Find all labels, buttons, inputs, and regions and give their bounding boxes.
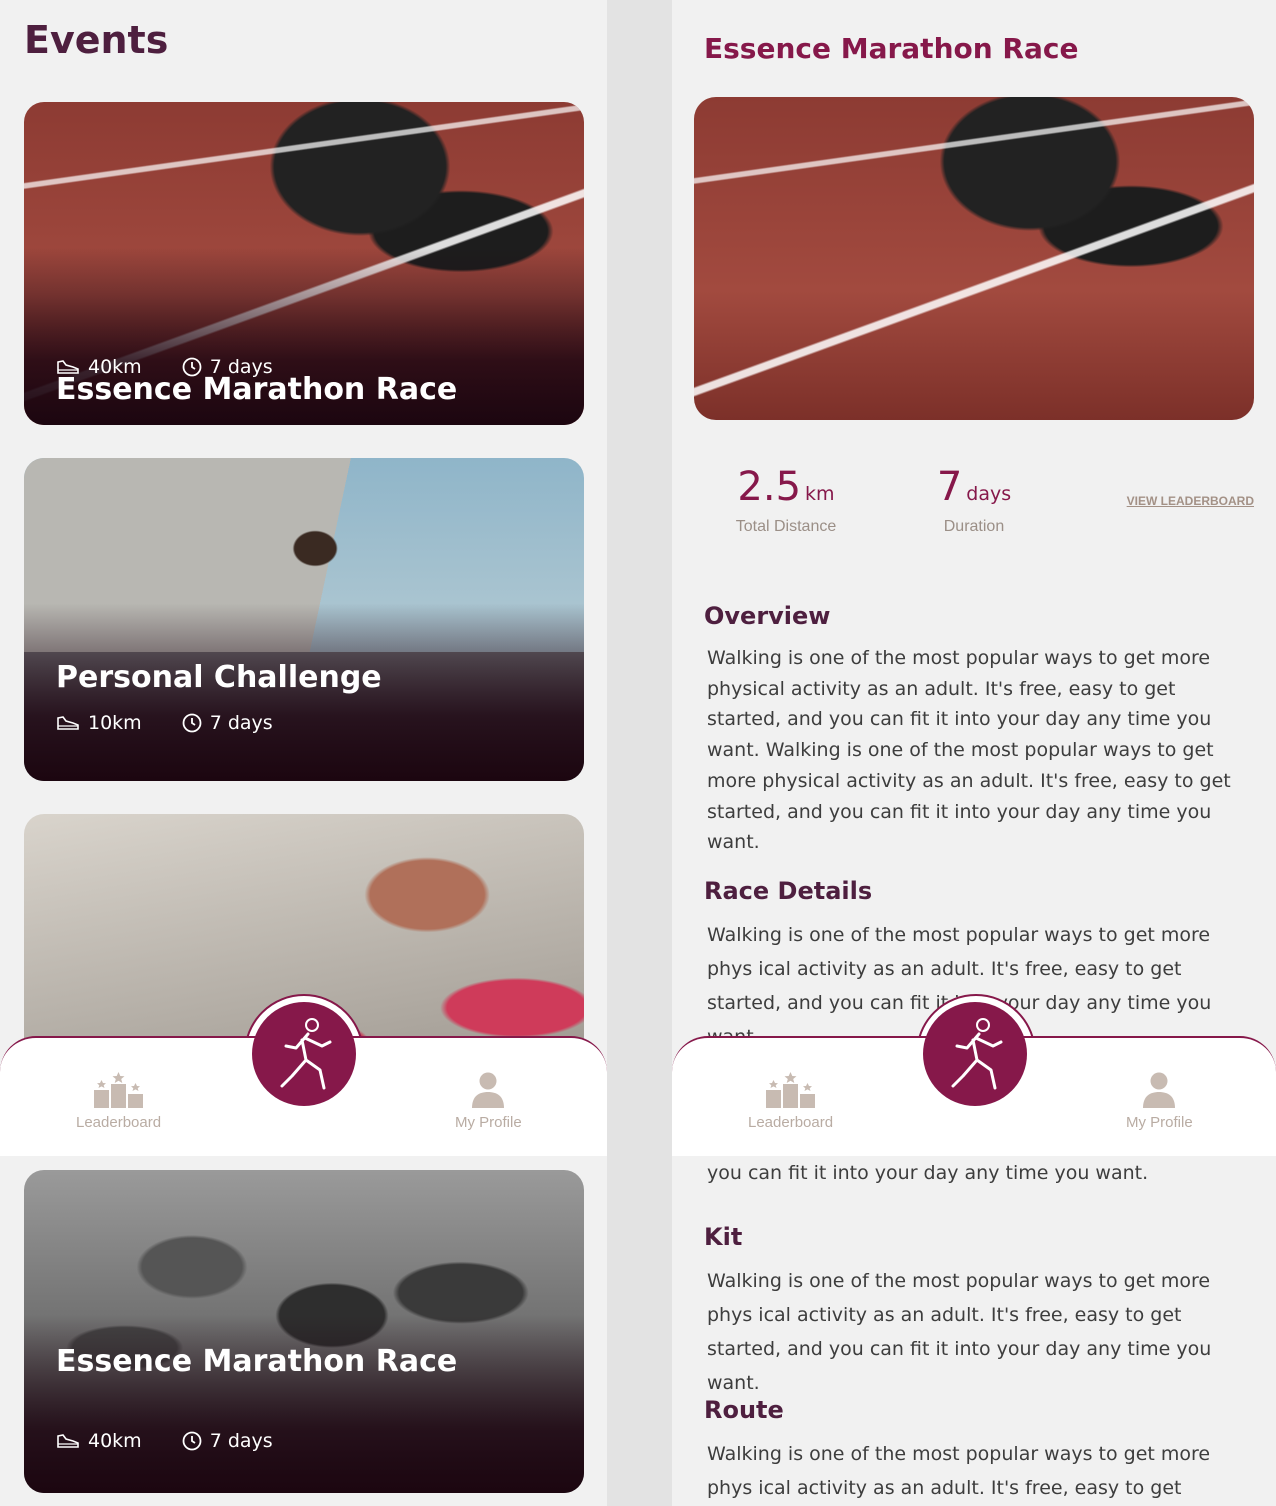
- start-run-button[interactable]: [923, 1002, 1027, 1106]
- route-heading: Route: [704, 1396, 784, 1424]
- race-details-overflow-text: you can fit it into your day any time yo…: [707, 1162, 1149, 1184]
- nav-profile-label: My Profile: [1126, 1114, 1193, 1131]
- event-distance: 40km: [88, 356, 142, 378]
- distance-stat: 2.5 km Total Distance: [726, 464, 846, 536]
- event-meta: 10km 7 days: [56, 712, 313, 734]
- nav-leaderboard-label: Leaderboard: [748, 1114, 834, 1131]
- events-screen: Events Essence Marathon Race 40km 7 days…: [0, 0, 607, 1506]
- distance-label: Total Distance: [735, 518, 837, 535]
- duration-unit: days: [966, 483, 1012, 505]
- bottom-nav: Leaderboard My Profile: [0, 994, 607, 1156]
- nav-profile-label: My Profile: [455, 1114, 522, 1131]
- event-distance: 40km: [88, 1430, 142, 1452]
- duration-label: Duration: [943, 518, 1005, 535]
- event-distance: 10km: [88, 712, 142, 734]
- overview-text: Walking is one of the most popular ways …: [707, 647, 1231, 854]
- shoe-icon: [57, 716, 79, 730]
- duration-value: 7: [936, 464, 963, 510]
- event-detail-screen: Essence Marathon Race 2.5 km Total Distan…: [672, 0, 1276, 1506]
- runner-icon: [280, 1018, 332, 1090]
- event-duration: 7 days: [209, 712, 273, 734]
- kit-text: Walking is one of the most popular ways …: [707, 1270, 1212, 1394]
- detail-title: Essence Marathon Race: [704, 32, 1079, 65]
- start-run-button[interactable]: [252, 1002, 356, 1106]
- route-text: Walking is one of the most popular ways …: [707, 1443, 1211, 1499]
- nav-leaderboard-label: Leaderboard: [76, 1114, 162, 1131]
- kit-heading: Kit: [704, 1223, 743, 1251]
- nav-leaderboard[interactable]: Leaderboard: [748, 1072, 833, 1131]
- race-details-heading: Race Details: [704, 877, 873, 905]
- event-duration: 7 days: [209, 1430, 273, 1452]
- detail-hero-image: [694, 97, 1254, 420]
- event-title: Essence Marathon Race: [56, 1344, 458, 1379]
- clock-icon: [182, 713, 202, 733]
- nav-profile[interactable]: My Profile: [455, 1072, 522, 1131]
- distance-value: 2.5: [737, 464, 802, 510]
- view-leaderboard-link[interactable]: VIEW LEADERBOARD: [1127, 494, 1254, 508]
- shoe-icon: [57, 1434, 79, 1448]
- runner-icon: [951, 1018, 1003, 1090]
- event-duration: 7 days: [209, 356, 273, 378]
- profile-icon: [1143, 1072, 1176, 1108]
- page-title: Events: [24, 18, 169, 62]
- event-meta: 40km 7 days: [56, 1430, 313, 1452]
- event-card[interactable]: Essence Marathon Race 40km 7 days: [24, 1170, 584, 1493]
- event-title: Personal Challenge: [56, 660, 382, 695]
- event-meta: 40km 7 days: [56, 356, 313, 378]
- duration-stat: 7 days Duration: [924, 464, 1024, 536]
- nav-profile[interactable]: My Profile: [1126, 1072, 1193, 1131]
- event-card[interactable]: Essence Marathon Race 40km 7 days: [24, 102, 584, 425]
- event-card[interactable]: Personal Challenge 10km 7 days: [24, 458, 584, 781]
- bottom-nav: Leaderboard My Profile: [672, 994, 1276, 1156]
- podium-icon: [93, 1072, 143, 1108]
- distance-unit: km: [805, 483, 835, 505]
- clock-icon: [182, 357, 202, 377]
- overview-heading: Overview: [704, 602, 831, 630]
- nav-leaderboard[interactable]: Leaderboard: [76, 1072, 161, 1131]
- clock-icon: [182, 1431, 202, 1451]
- podium-icon: [765, 1072, 815, 1108]
- profile-icon: [472, 1072, 505, 1108]
- shoe-icon: [57, 360, 79, 374]
